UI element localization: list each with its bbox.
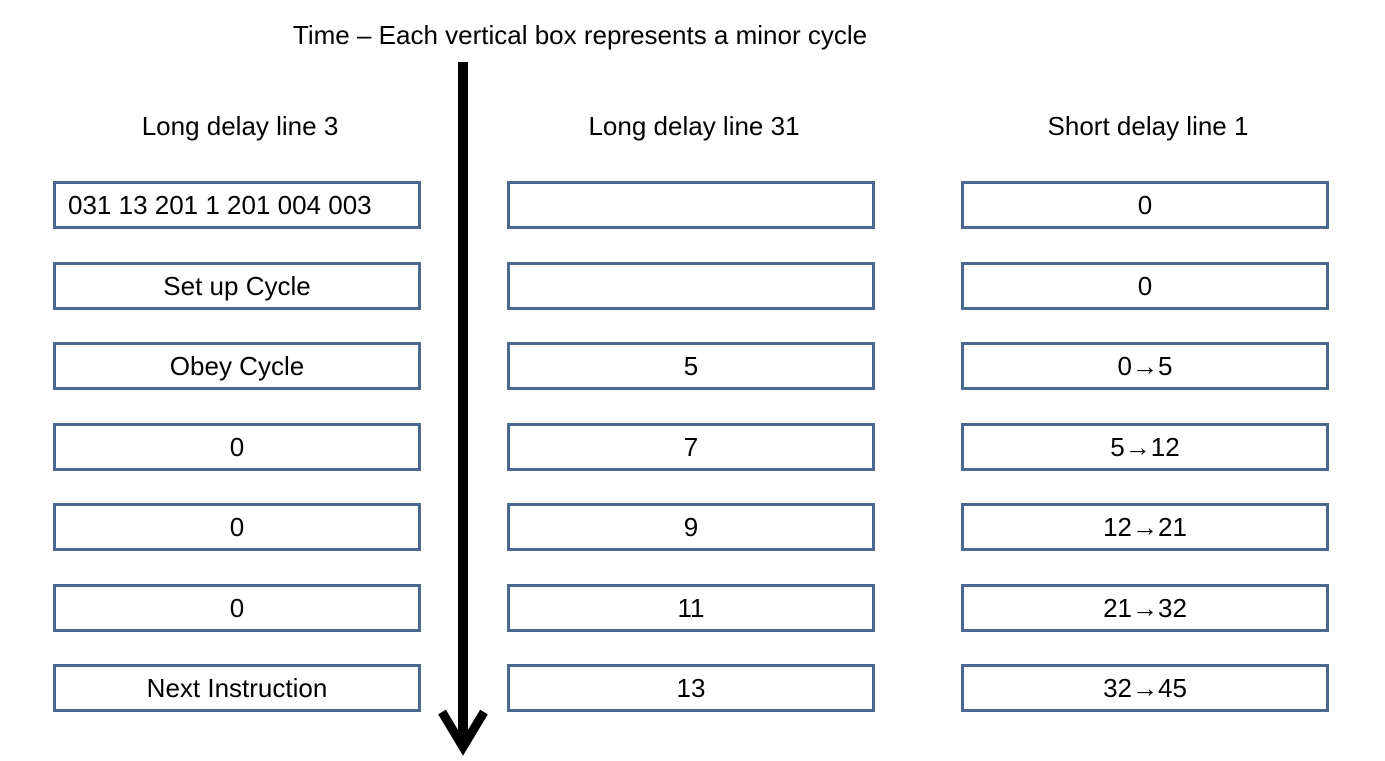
cycle-box-long-delay-line-3: 0	[53, 423, 421, 471]
column-header-long-delay-line-3: Long delay line 3	[141, 111, 339, 141]
cycle-box-long-delay-line-31	[507, 181, 875, 229]
diagram-title: Time – Each vertical box represents a mi…	[292, 20, 868, 50]
cycle-box-short-delay-line-1: 5→12	[961, 423, 1329, 471]
cycle-box-short-delay-line-1: 0	[961, 262, 1329, 310]
cycle-box-long-delay-line-3: Next Instruction	[53, 664, 421, 712]
cycle-box-short-delay-line-1: 0	[961, 181, 1329, 229]
column-header-short-delay-line-1: Short delay line 1	[1047, 111, 1249, 141]
cycle-box-short-delay-line-1: 32→45	[961, 664, 1329, 712]
cycle-box-long-delay-line-31: 11	[507, 584, 875, 632]
cycle-box-short-delay-line-1: 21→32	[961, 584, 1329, 632]
cycle-box-long-delay-line-31: 5	[507, 342, 875, 390]
cycle-box-short-delay-line-1: 0→5	[961, 342, 1329, 390]
cycle-box-long-delay-line-3: Obey Cycle	[53, 342, 421, 390]
cycle-box-long-delay-line-3: Set up Cycle	[53, 262, 421, 310]
column-header-long-delay-line-31: Long delay line 31	[588, 111, 800, 141]
time-arrow-icon	[438, 62, 488, 756]
cycle-box-long-delay-line-31: 7	[507, 423, 875, 471]
cycle-box-long-delay-line-31	[507, 262, 875, 310]
cycle-box-long-delay-line-3: 031 13 201 1 201 004 003	[53, 181, 421, 229]
cycle-box-long-delay-line-31: 13	[507, 664, 875, 712]
cycle-box-long-delay-line-31: 9	[507, 503, 875, 551]
cycle-box-long-delay-line-3: 0	[53, 503, 421, 551]
cycle-box-long-delay-line-3: 0	[53, 584, 421, 632]
cycle-box-short-delay-line-1: 12→21	[961, 503, 1329, 551]
